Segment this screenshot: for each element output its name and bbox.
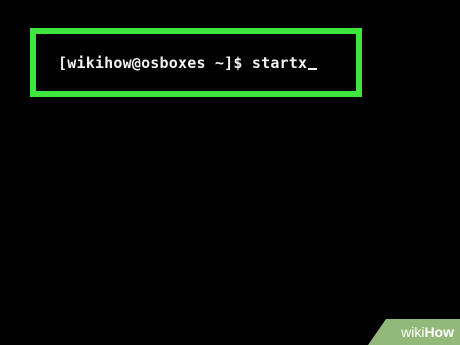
- text-cursor: [308, 68, 318, 70]
- watermark-text-how: How: [424, 324, 454, 340]
- wikihow-watermark-logo: wikiHow: [368, 319, 460, 345]
- command-highlight-box: [wikihow@osboxes ~]$ startx: [30, 28, 362, 97]
- shell-prompt: [wikihow@osboxes ~]$: [58, 54, 252, 72]
- terminal-screen: [wikihow@osboxes ~]$ startx wikiHow: [0, 0, 460, 345]
- watermark-text-wiki: wiki: [401, 324, 425, 340]
- terminal-command-line[interactable]: [wikihow@osboxes ~]$ startx: [58, 54, 318, 72]
- typed-command: startx: [251, 54, 308, 72]
